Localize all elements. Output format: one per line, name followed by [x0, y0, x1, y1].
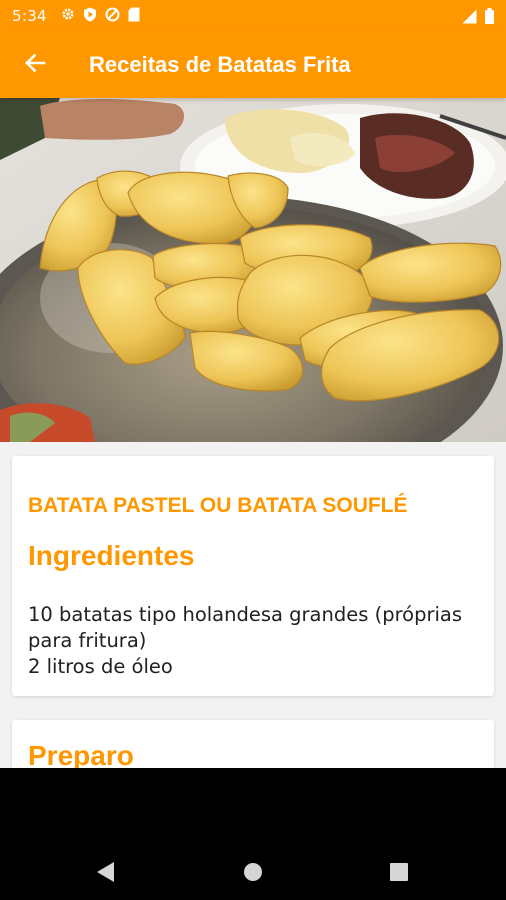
- gear-icon: [61, 7, 75, 25]
- recipe-photo: [0, 98, 506, 442]
- play-protect-icon: [83, 7, 97, 26]
- page-title: Receitas de Batatas Frita: [89, 52, 351, 77]
- recipe-content[interactable]: BATATA PASTEL OU BATATA SOUFLÉ Ingredien…: [0, 442, 506, 768]
- navigation-bar: [0, 768, 506, 900]
- back-button[interactable]: [7, 37, 63, 93]
- home-circle-icon: [243, 862, 263, 887]
- nav-recents-button[interactable]: [379, 854, 419, 894]
- sd-card-icon: [128, 7, 140, 26]
- status-bar: 5:34: [0, 0, 506, 32]
- ingredient-line: 2 litros de óleo: [28, 655, 173, 678]
- ingredient-line: 10 batatas tipo holandesa grandes (própr…: [28, 603, 463, 626]
- back-triangle-icon: [96, 861, 116, 888]
- recents-square-icon: [390, 862, 408, 886]
- ingredients-card: BATATA PASTEL OU BATATA SOUFLÉ Ingredien…: [12, 456, 494, 696]
- recipe-photo-illustration: [0, 98, 506, 442]
- preparo-heading: Preparo: [28, 740, 134, 768]
- nav-home-button[interactable]: [233, 854, 273, 894]
- do-not-disturb-icon: [105, 7, 120, 26]
- status-time: 5:34: [12, 7, 47, 25]
- status-left-icons: [61, 7, 140, 26]
- status-right-icons: [462, 8, 494, 28]
- preparo-card: Preparo: [12, 720, 494, 768]
- battery-icon: [485, 8, 494, 28]
- signal-icon: [462, 9, 477, 28]
- app-bar: Receitas de Batatas Frita: [0, 32, 506, 98]
- arrow-back-icon: [24, 52, 46, 79]
- recipe-title: BATATA PASTEL OU BATATA SOUFLÉ: [28, 494, 408, 517]
- ingredient-line: para fritura): [28, 629, 147, 652]
- ingredients-list: 10 batatas tipo holandesa grandes (própr…: [28, 602, 478, 680]
- ingredients-heading: Ingredientes: [28, 540, 195, 571]
- nav-back-button[interactable]: [86, 854, 126, 894]
